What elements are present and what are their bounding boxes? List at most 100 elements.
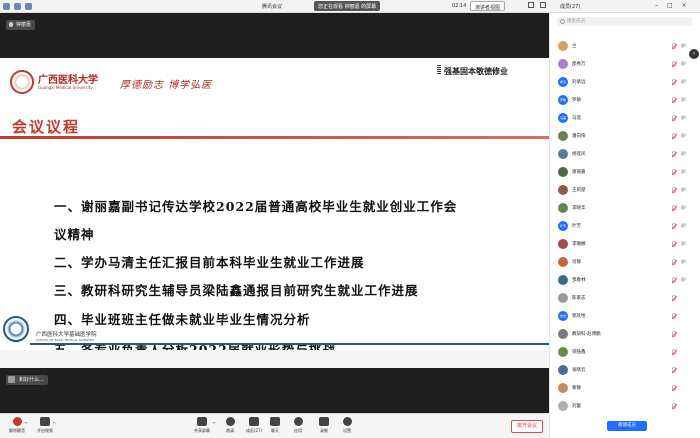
signal-icon (25, 3, 32, 10)
member-row[interactable]: 杨莲凤 静! (550, 145, 700, 163)
member-name: 张晓云 (572, 368, 586, 373)
speaker-view-button[interactable]: 演讲者视图 (470, 1, 506, 11)
mic-muted-icon[interactable] (672, 151, 676, 157)
member-row[interactable]: 承远 刘承远 静! (550, 73, 700, 91)
share-label: 共享屏幕 (194, 428, 210, 433)
shield-icon[interactable] (14, 3, 21, 10)
mic-muted-icon[interactable] (672, 313, 676, 319)
member-row[interactable]: 欣怡 郭欣怡 (550, 307, 700, 325)
member-name: 王莉楚 (572, 188, 586, 193)
avatar (558, 239, 568, 249)
mic-muted-icon[interactable] (672, 223, 676, 229)
mic-muted-icon[interactable] (672, 295, 676, 301)
member-row[interactable]: 王莉楚 静! (550, 181, 700, 199)
mic-muted-icon[interactable] (672, 97, 676, 103)
member-row[interactable]: 马莲 马莲 静! (550, 109, 700, 127)
member-row[interactable]: 潘向阳 静! (550, 127, 700, 145)
mic-muted-icon[interactable] (672, 331, 676, 337)
avatar (558, 329, 568, 339)
agenda-item: 议精神 (54, 227, 95, 242)
avatar (558, 203, 568, 213)
school-name-en: SCHOOL OF BASIC MEDICAL SCIENCES (36, 338, 94, 342)
member-name: 杨莲凤 (572, 152, 586, 157)
audio-options-caret[interactable]: ^ (24, 422, 28, 428)
member-row[interactable]: 邵秀万 静! (550, 55, 700, 73)
member-row[interactable]: 叶芳 叶芳 静! (550, 217, 700, 235)
member-row[interactable]: 刘蕾 (550, 397, 700, 415)
avatar (558, 383, 568, 393)
invite-members-button[interactable]: 邀请成员 (607, 421, 647, 431)
member-name: 邵秀万 (572, 62, 586, 67)
minimize-icon[interactable]: – (655, 2, 658, 9)
avatar: 罗敏 (558, 95, 568, 105)
close-icon[interactable]: × (682, 2, 687, 9)
member-name: 刘蕾 (572, 404, 581, 409)
agenda-item: 二、学办马清主任汇报目前本科毕业生就业工作进展 (54, 255, 365, 270)
avatar: 欣怡 (558, 311, 568, 321)
member-row[interactable]: 肖静 静! (550, 253, 700, 271)
agenda-item: 三、教研科研究生辅导员梁陆鑫通报目前研究生就业工作进展 (54, 283, 419, 298)
mic-muted-icon[interactable] (672, 79, 676, 85)
mic-muted-icon[interactable] (672, 133, 676, 139)
microphone-icon (12, 417, 22, 426)
slide-footer (0, 350, 549, 368)
mic-muted-icon[interactable] (672, 205, 676, 211)
mic-muted-icon[interactable] (672, 43, 676, 49)
meeting-toolbar: 解除静音 ^ 开启视频 ^ 共享屏幕 ^ 邀请 成员(27) 聊天 应用 录制 … (0, 413, 549, 438)
member-row[interactable]: 黎静 (550, 379, 700, 397)
member-name: 黎静 (572, 386, 581, 391)
video-options-caret[interactable]: ^ (52, 422, 56, 428)
member-row[interactable]: 兰 静! (550, 37, 700, 55)
avatar (558, 275, 568, 285)
avatar (558, 167, 568, 177)
member-row[interactable]: 教研科-赵博鹏 (550, 325, 700, 343)
self-view-tag[interactable]: 和好什么... (6, 375, 48, 385)
mic-muted-icon[interactable] (672, 403, 676, 409)
avatar: 马莲 (558, 113, 568, 123)
share-banner: 您正在观看 钟丽嘉 的屏幕 (314, 1, 381, 11)
slide-heading: 会议议程 (12, 118, 81, 136)
mic-muted-icon[interactable] (672, 277, 676, 283)
meeting-info-icon[interactable] (3, 3, 10, 10)
mic-muted-icon[interactable] (672, 61, 676, 67)
maximize-icon[interactable]: □ (667, 2, 673, 9)
leave-meeting-button[interactable]: 离开会议 (511, 420, 543, 433)
member-row[interactable]: 邹春林 静! (550, 271, 700, 289)
member-status-label: 静! (681, 133, 687, 138)
member-name: 叶芳 (572, 224, 581, 229)
chat-icon (270, 417, 280, 426)
view-icons (528, 2, 546, 8)
member-row[interactable]: 陈家志 (550, 289, 700, 307)
member-row[interactable]: 梁陆鑫 (550, 343, 700, 361)
member-row[interactable]: 张晓云 (550, 361, 700, 379)
member-row[interactable]: 谢丽嘉 静! (550, 163, 700, 181)
mic-muted-icon[interactable] (672, 259, 676, 265)
member-row[interactable]: 罗敏 罗敏 静! (550, 91, 700, 109)
mic-muted-icon[interactable] (672, 187, 676, 193)
avatar (558, 401, 568, 411)
mic-muted-icon[interactable] (672, 241, 676, 247)
layout-icon[interactable] (540, 2, 546, 8)
mic-muted-icon[interactable] (672, 367, 676, 373)
presenter-tag: 钟丽嘉 (6, 20, 36, 30)
mic-muted-icon[interactable] (672, 385, 676, 391)
mic-muted-icon[interactable] (672, 169, 676, 175)
slogan: 强基固本敬德修业 (444, 66, 508, 76)
member-row[interactable]: 李晓华 静! (550, 199, 700, 217)
settings-label: 设置 (343, 428, 351, 433)
mic-muted-icon[interactable] (672, 115, 676, 121)
invite-icon (225, 417, 235, 426)
university-name-en: Guangxi Medical University (38, 85, 93, 90)
member-status-label: 静! (681, 61, 687, 66)
member-name: 刘承远 (572, 80, 586, 85)
member-search-input[interactable]: 搜索成员 (557, 17, 692, 26)
member-name: 兰 (572, 44, 577, 49)
member-row[interactable]: 李璐娜 静! (550, 235, 700, 253)
avatar: 承远 (558, 77, 568, 87)
settings-button[interactable]: 设置 (332, 417, 362, 434)
university-motto: 厚德励志 博学弘医 (120, 80, 213, 91)
fullscreen-icon[interactable] (528, 2, 534, 8)
mic-muted-icon[interactable] (672, 349, 676, 355)
agenda-item: 四、毕业班班主任做未就业毕业生情况分析 (54, 312, 311, 327)
app-title: 腾讯会议 (262, 4, 283, 10)
